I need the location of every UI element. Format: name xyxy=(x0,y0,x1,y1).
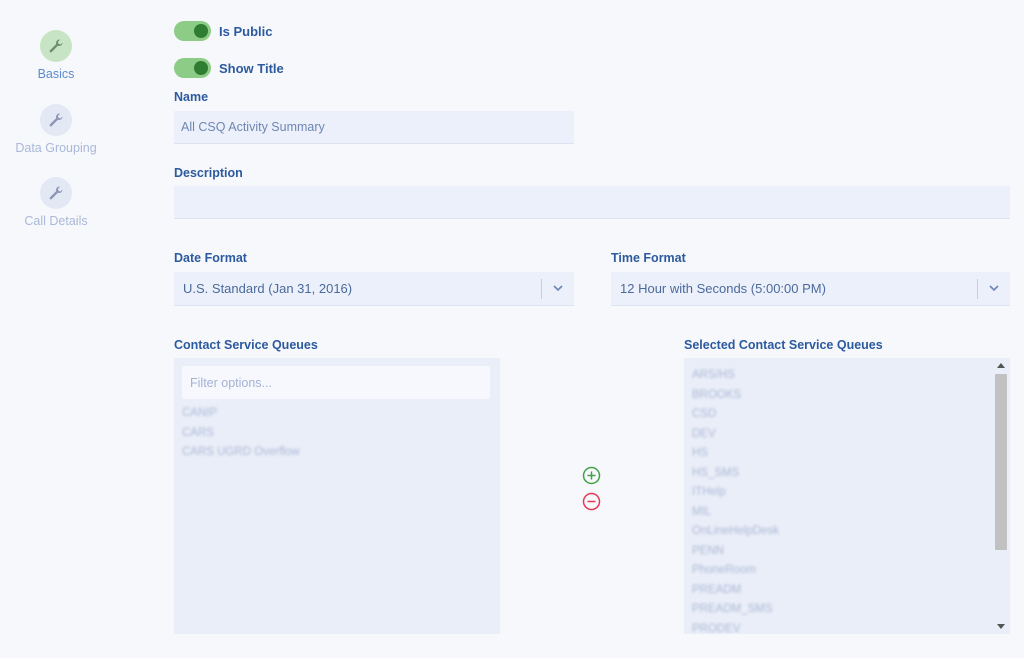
toggle-knob xyxy=(194,24,208,38)
filter-input[interactable] xyxy=(182,366,490,399)
list-item[interactable]: CSD xyxy=(692,405,779,425)
date-format-select[interactable]: U.S. Standard (Jan 31, 2016) xyxy=(174,272,574,306)
scroll-down-icon[interactable] xyxy=(997,624,1005,629)
list-item[interactable]: BROOKS xyxy=(692,386,779,406)
show-title-label: Show Title xyxy=(219,60,284,76)
list-item[interactable]: PRODEV xyxy=(692,620,779,635)
list-item[interactable]: HS xyxy=(692,444,779,464)
step-basics[interactable]: Basics xyxy=(0,30,112,81)
show-title-toggle[interactable] xyxy=(174,58,211,78)
is-public-row: Is Public xyxy=(174,21,272,41)
list-item[interactable]: PREADM xyxy=(692,581,779,601)
show-title-row: Show Title xyxy=(174,58,284,78)
time-format-label: Time Format xyxy=(611,251,686,265)
is-public-label: Is Public xyxy=(219,23,273,39)
name-label: Name xyxy=(174,90,209,104)
description-label: Description xyxy=(174,166,243,180)
vertical-scrollbar[interactable] xyxy=(994,358,1008,634)
scroll-thumb[interactable] xyxy=(995,374,1007,550)
step-label: Data Grouping xyxy=(15,141,97,155)
wrench-icon xyxy=(40,104,72,136)
available-options: CANIP CARS CARS UGRD Overflow xyxy=(182,404,300,463)
date-format-label: Date Format xyxy=(174,251,247,265)
select-separator xyxy=(541,279,542,299)
is-public-toggle[interactable] xyxy=(174,21,211,41)
name-value: All CSQ Activity Summary xyxy=(181,120,325,134)
toggle-knob xyxy=(194,61,208,75)
list-item[interactable]: CARS UGRD Overflow xyxy=(182,443,300,463)
date-format-value: U.S. Standard (Jan 31, 2016) xyxy=(183,281,353,296)
list-item[interactable]: HS_SMS xyxy=(692,464,779,484)
add-icon[interactable] xyxy=(582,466,601,485)
selected-options: ARS/HS BROOKS CSD DEV HS HS_SMS ITHelp M… xyxy=(692,366,779,634)
list-item[interactable]: PENN xyxy=(692,542,779,562)
chevron-down-icon[interactable] xyxy=(552,281,564,295)
step-label: Call Details xyxy=(24,214,88,228)
list-item[interactable]: PREADM_SMS xyxy=(692,600,779,620)
step-label: Basics xyxy=(37,67,75,81)
list-item[interactable]: CARS xyxy=(182,424,300,444)
wrench-icon xyxy=(40,177,72,209)
available-queues-label: Contact Service Queues xyxy=(174,338,318,352)
select-separator xyxy=(977,279,978,299)
list-item[interactable]: CANIP xyxy=(182,404,300,424)
chevron-down-icon[interactable] xyxy=(988,281,1000,295)
step-call-details[interactable]: Call Details xyxy=(0,177,112,228)
list-item[interactable]: DEV xyxy=(692,425,779,445)
list-item[interactable]: OnLineHelpDesk xyxy=(692,522,779,542)
name-input[interactable]: All CSQ Activity Summary xyxy=(174,111,574,144)
step-data-grouping[interactable]: Data Grouping xyxy=(0,104,112,155)
list-item[interactable]: PhoneRoom xyxy=(692,561,779,581)
list-item[interactable]: ITHelp xyxy=(692,483,779,503)
remove-icon[interactable] xyxy=(582,492,601,511)
available-queues-list[interactable]: CANIP CARS CARS UGRD Overflow xyxy=(174,358,500,634)
selected-queues-list[interactable]: ARS/HS BROOKS CSD DEV HS HS_SMS ITHelp M… xyxy=(684,358,1010,634)
list-item[interactable]: MIL xyxy=(692,503,779,523)
time-format-value: 12 Hour with Seconds (5:00:00 PM) xyxy=(620,281,826,296)
wrench-icon xyxy=(40,30,72,62)
time-format-select[interactable]: 12 Hour with Seconds (5:00:00 PM) xyxy=(611,272,1010,306)
description-input[interactable] xyxy=(174,186,1010,219)
selected-queues-label: Selected Contact Service Queues xyxy=(684,338,883,352)
list-item[interactable]: ARS/HS xyxy=(692,366,779,386)
filter-box xyxy=(182,366,490,399)
scroll-up-icon[interactable] xyxy=(997,363,1005,368)
